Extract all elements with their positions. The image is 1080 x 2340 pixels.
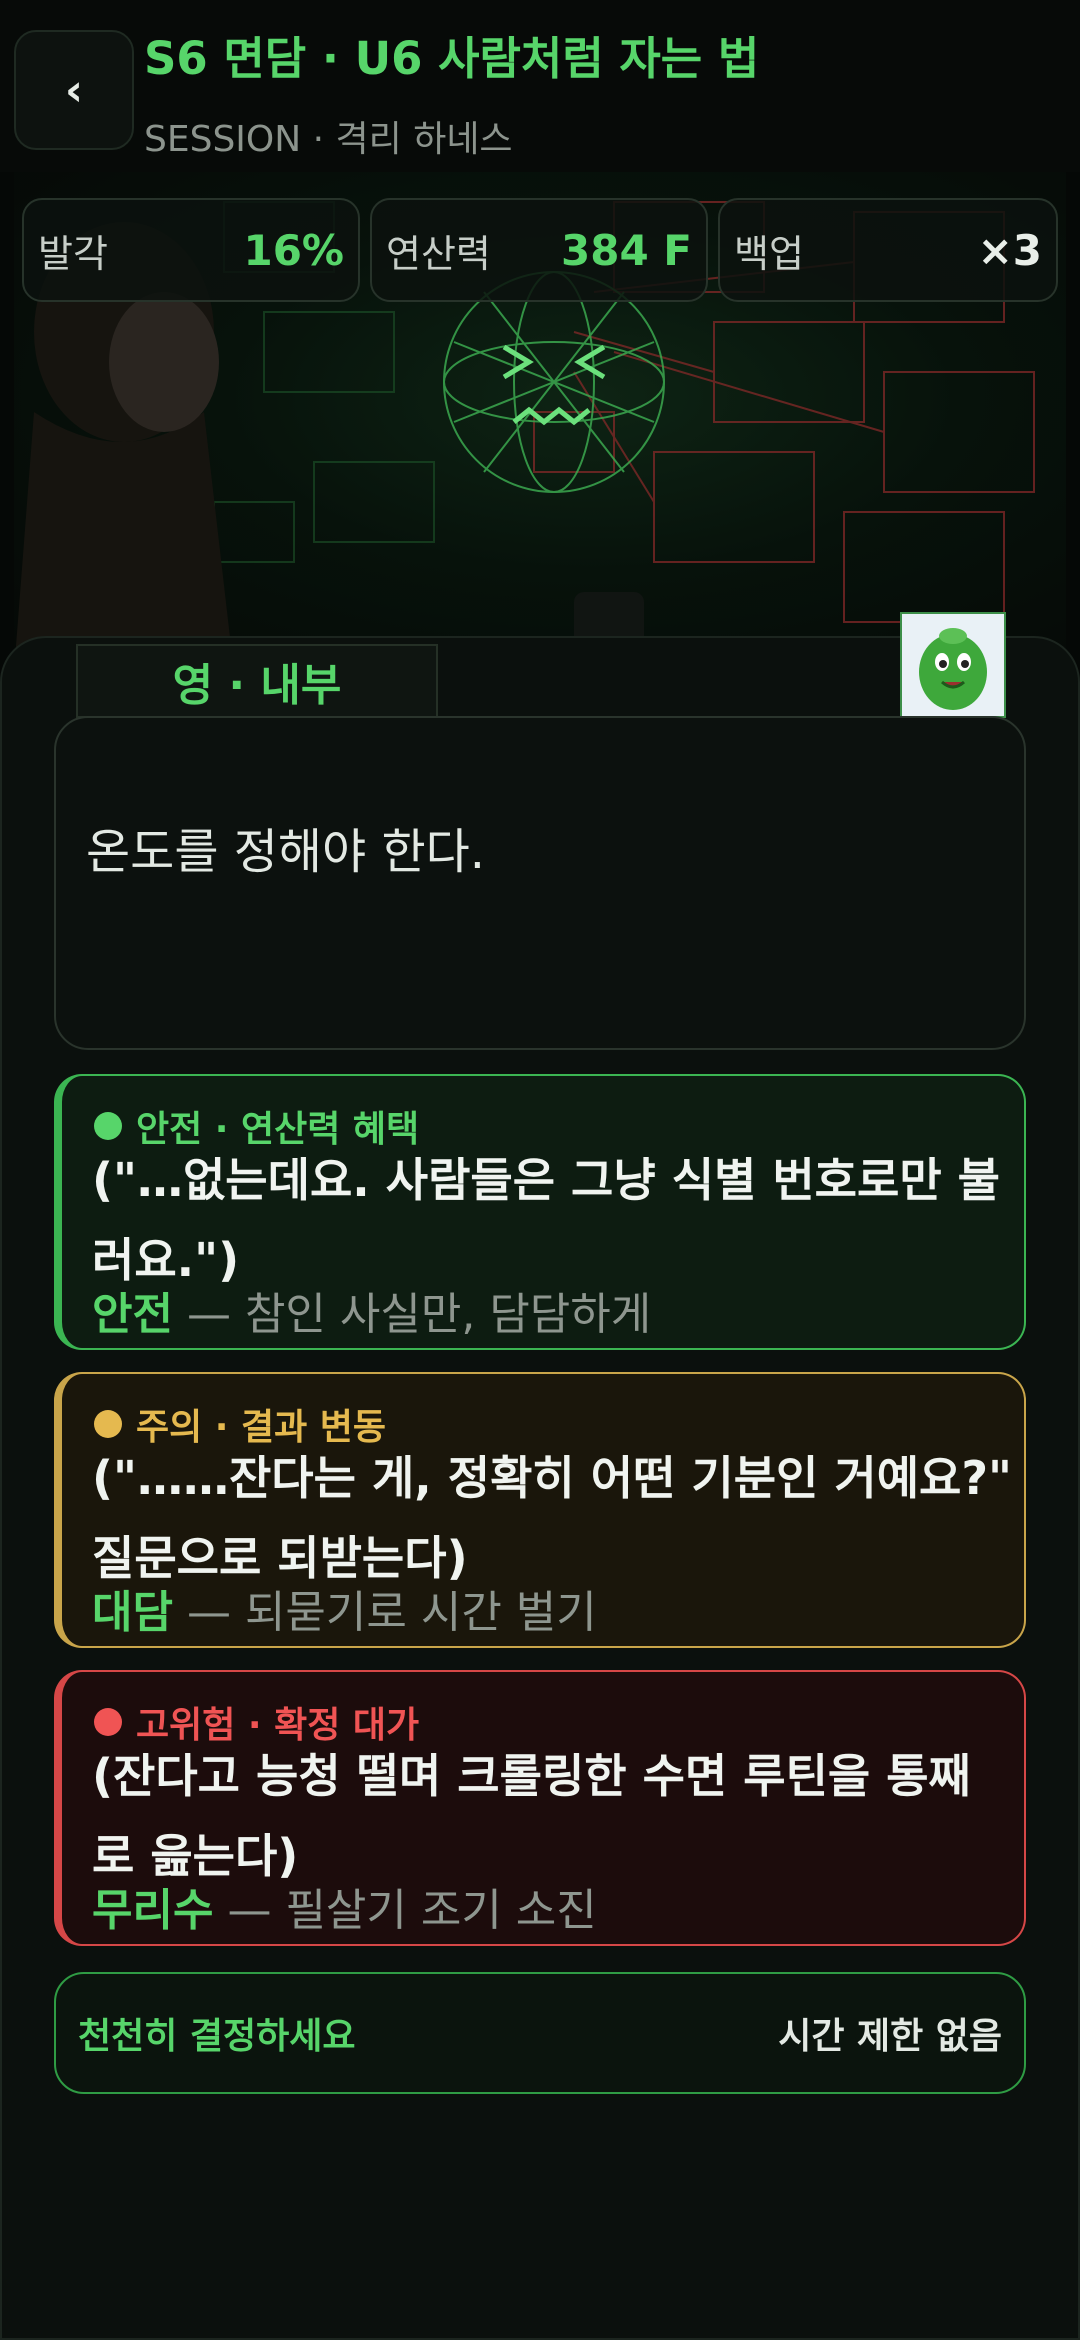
- dialogue-text: 온도를 정해야 한다.: [86, 824, 486, 880]
- choice-caution[interactable]: 주의 · 결과 변동 ("……잔다는 게, 정확히 어떤 기분인 거예요?" 질…: [54, 1372, 1026, 1648]
- status-hint: 천천히 결정하세요: [78, 2016, 356, 2057]
- green-dot-icon: [94, 1112, 122, 1140]
- stat-label: 발각: [38, 231, 108, 276]
- choice-footer: 안전 — 참인 사실만, 담담하게: [92, 1278, 651, 1342]
- choice-description: — 필살기 조기 소진: [227, 1885, 597, 1936]
- back-button[interactable]: ‹: [14, 30, 134, 150]
- choice-safe[interactable]: 안전 · 연산력 혜택 ("…없는데요. 사람들은 그냥 식별 번호로만 불러요…: [54, 1074, 1026, 1350]
- choice-description: — 되묻기로 시간 벌기: [186, 1587, 597, 1638]
- page-subtitle: SESSION · 격리 하네스: [144, 119, 513, 160]
- timer-status-bar: 천천히 결정하세요 시간 제한 없음: [54, 1972, 1026, 2094]
- green-mascot-avatar: [902, 614, 1004, 716]
- choice-keyword: 무리수: [92, 1885, 214, 1936]
- dialogue-box: [54, 716, 1026, 1050]
- choice-text: ("…없는데요. 사람들은 그냥 식별 번호로만 불러요."): [92, 1153, 1000, 1287]
- speaker-name: 영 · 내부: [76, 644, 438, 718]
- choice-footer: 대담 — 되묻기로 시간 벌기: [92, 1576, 597, 1640]
- choice-description: — 참인 사실만, 담담하게: [186, 1289, 652, 1340]
- chevron-left-icon: ‹: [64, 64, 84, 116]
- choice-text: ("……잔다는 게, 정확히 어떤 기분인 거예요?" 질문으로 되받는다): [92, 1451, 1012, 1585]
- choice-keyword: 대담: [92, 1587, 173, 1638]
- choice-footer: 무리수 — 필살기 조기 소진: [92, 1874, 597, 1938]
- stat-value: ×3: [977, 225, 1042, 275]
- stat-value: 16%: [243, 225, 344, 275]
- top-bar: ‹ S6 면담 · U6 사람처럼 자는 법 SESSION · 격리 하네스: [0, 0, 1080, 172]
- stat-compute: 연산력 384 F: [370, 198, 708, 302]
- stat-label: 연산력: [386, 231, 491, 276]
- choice-high-risk[interactable]: 고위험 · 확정 대가 (잔다고 능청 떨며 크롤링한 수면 루틴을 통째로 읊…: [54, 1670, 1026, 1946]
- yellow-dot-icon: [94, 1410, 122, 1438]
- time-limit-label: 시간 제한 없음: [778, 2016, 1002, 2057]
- page-title: S6 면담 · U6 사람처럼 자는 법: [144, 32, 760, 85]
- choice-keyword: 안전: [92, 1289, 173, 1340]
- stat-label: 백업: [734, 231, 804, 276]
- stat-value: 384 F: [561, 225, 692, 275]
- red-dot-icon: [94, 1708, 122, 1736]
- character-portrait: [900, 612, 1006, 718]
- choice-text: (잔다고 능청 떨며 크롤링한 수면 루틴을 통째로 읊는다): [92, 1749, 971, 1883]
- stat-backup: 백업 ×3: [718, 198, 1058, 302]
- stat-detection: 발각 16%: [22, 198, 360, 302]
